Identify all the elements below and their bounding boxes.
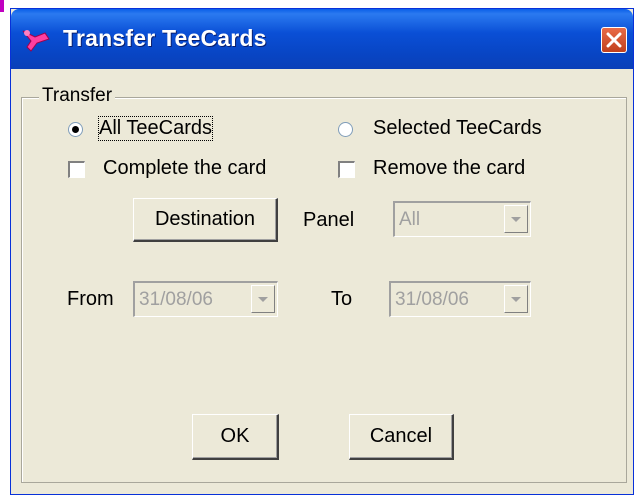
from-label: From — [67, 288, 114, 310]
complete-card-checkbox[interactable] — [68, 161, 85, 178]
all-teecards-label[interactable]: All TeeCards — [97, 116, 214, 141]
destination-button[interactable]: Destination — [133, 198, 278, 242]
remove-card-label[interactable]: Remove the card — [373, 157, 525, 180]
remove-card-checkbox[interactable] — [338, 161, 355, 178]
selected-teecards-label[interactable]: Selected TeeCards — [373, 117, 542, 140]
desktop-mark — [0, 0, 4, 12]
cancel-button[interactable]: Cancel — [349, 414, 454, 460]
title-bar[interactable]: Transfer TeeCards — [11, 9, 633, 69]
panel-label: Panel — [303, 209, 355, 231]
chevron-down-icon — [511, 217, 521, 222]
radio-selected-dot — [72, 126, 79, 133]
chevron-down-icon — [258, 297, 268, 302]
to-date-combobox[interactable]: 31/08/06 — [389, 281, 531, 317]
from-date-value: 31/08/06 — [139, 289, 213, 310]
close-icon — [606, 32, 622, 48]
to-date-value: 31/08/06 — [395, 289, 469, 310]
chevron-down-icon — [511, 297, 521, 302]
desktop-edge — [0, 0, 10, 495]
close-button[interactable] — [601, 27, 627, 53]
complete-card-label[interactable]: Complete the card — [103, 157, 266, 180]
panel-combobox[interactable]: All — [393, 201, 531, 237]
window-title: Transfer TeeCards — [63, 25, 267, 51]
panel-value: All — [399, 209, 421, 230]
panel-dropdown-button[interactable] — [504, 205, 528, 233]
to-label: To — [331, 288, 353, 310]
to-date-dropdown-button[interactable] — [504, 285, 528, 313]
from-date-dropdown-button[interactable] — [251, 285, 275, 313]
transfer-teecards-dialog: Transfer TeeCards Transfer All TeeCards … — [10, 8, 634, 495]
all-teecards-radio[interactable] — [68, 122, 83, 137]
from-date-combobox[interactable]: 31/08/06 — [133, 281, 278, 317]
selected-teecards-radio[interactable] — [338, 122, 353, 137]
transfer-group-label: Transfer — [39, 85, 116, 107]
ok-button[interactable]: OK — [192, 414, 279, 460]
golf-tee-icon — [22, 30, 50, 52]
